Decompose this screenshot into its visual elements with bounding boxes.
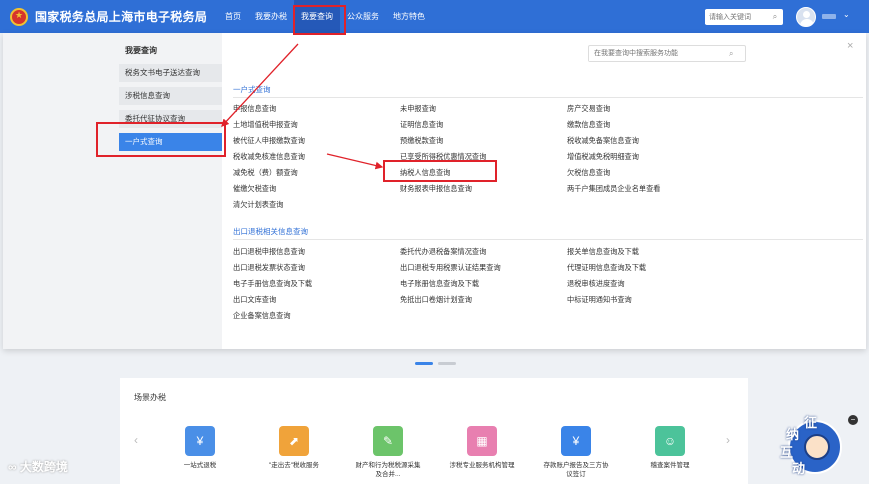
carousel-dot-active[interactable]: [415, 362, 433, 365]
scene-tile[interactable]: ⬈ "走出去"税收服务: [259, 426, 329, 470]
query-link[interactable]: 中标证明通知书查询: [567, 295, 632, 305]
user-name-redacted[interactable]: [822, 14, 836, 19]
top-search: ⌕: [705, 9, 783, 25]
search-icon[interactable]: ⌕: [769, 12, 781, 22]
panel-search-input[interactable]: [589, 46, 729, 61]
scene-tile-icon: ✎: [373, 426, 403, 456]
chevron-down-icon[interactable]: ⌄: [843, 10, 850, 19]
section-title-one-account: 一户式查询: [233, 85, 271, 94]
query-link[interactable]: 增值税减免税明细查询: [567, 152, 639, 162]
annotation-box-sidebar: [96, 122, 226, 157]
mascot-char: 征: [804, 415, 818, 430]
query-link[interactable]: 预缴税款查询: [400, 136, 443, 146]
query-link[interactable]: 缴款信息查询: [567, 120, 610, 130]
annotation-box-nav: [293, 5, 346, 35]
chevron-left-icon[interactable]: ‹: [134, 433, 138, 447]
scene-tile-icon: ¥: [185, 426, 215, 456]
query-link[interactable]: 申报信息查询: [233, 104, 276, 114]
nav-public-service[interactable]: 公众服务: [340, 0, 386, 33]
query-link[interactable]: 企业备案信息查询: [233, 311, 291, 321]
scene-tile[interactable]: ¥ 存款账户报告及三方协议签订: [541, 426, 611, 479]
query-link[interactable]: 财务报表申报信息查询: [400, 184, 472, 194]
query-link[interactable]: 委托代办退税备案情况查询: [400, 247, 486, 257]
mascot-avatar-icon: [804, 434, 830, 460]
query-link[interactable]: 出口文库查询: [233, 295, 276, 305]
sidebar-title: 我要查询: [125, 46, 157, 55]
query-link[interactable]: 电子手册信息查询及下载: [233, 279, 312, 289]
nav-home[interactable]: 首页: [218, 0, 248, 33]
nav-local-features[interactable]: 地方特色: [386, 0, 432, 33]
scene-tile[interactable]: ▦ 涉税专业服务机构管理: [447, 426, 517, 470]
scene-tile-icon: ☺: [655, 426, 685, 456]
chevron-right-icon[interactable]: ›: [726, 433, 730, 447]
site-title: 国家税务总局上海市电子税务局: [35, 10, 208, 24]
scene-tile[interactable]: ☺ 稽查案件管理: [635, 426, 705, 470]
query-link[interactable]: 清欠计划表查询: [233, 200, 283, 210]
close-icon[interactable]: ×: [847, 40, 853, 52]
mascot-char: 纳: [786, 427, 800, 442]
query-link[interactable]: 证明信息查询: [400, 120, 443, 130]
scene-tile-icon: ¥: [561, 426, 591, 456]
scene-tile-label: 一站式退税: [183, 462, 217, 469]
annotation-box-link: [383, 160, 497, 182]
mascot-close-icon[interactable]: −: [848, 415, 858, 425]
query-link[interactable]: 房产交易查询: [567, 104, 610, 114]
carousel-dot[interactable]: [438, 362, 456, 365]
scene-tile-label: 稽查案件管理: [650, 462, 690, 469]
user-avatar[interactable]: [796, 7, 816, 27]
query-link[interactable]: 欠税信息查询: [567, 168, 610, 178]
scene-tile-label: 财产和行为税税源采集及合并...: [355, 462, 421, 478]
top-search-input[interactable]: [705, 10, 769, 24]
query-link[interactable]: 出口退税申报信息查询: [233, 247, 305, 257]
scene-tile-label: "走出去"税收服务: [268, 462, 320, 469]
query-link[interactable]: 出口退税专用税票认证结果查询: [400, 263, 501, 273]
query-link[interactable]: 报关单信息查询及下载: [567, 247, 639, 257]
scene-tile-label: 存款账户报告及三方协议签订: [543, 462, 609, 478]
scene-tax-section: 场景办税 ‹ › ¥ 一站式退税 ⬈ "走出去"税收服务 ✎ 财产和行为税税源采集及合并.…: [120, 378, 748, 484]
search-icon[interactable]: ⌕: [729, 49, 733, 59]
section-title-export-refund: 出口退税相关信息查询: [233, 227, 308, 236]
query-link[interactable]: 代理证明信息查询及下载: [567, 263, 646, 273]
nav-tax-handling[interactable]: 我要办税: [248, 0, 294, 33]
site-logo[interactable]: 国家税务总局上海市电子税务局: [10, 7, 208, 26]
mascot-widget[interactable]: 征 纳 互 动: [778, 412, 846, 480]
query-link[interactable]: 被代征人申报缴款查询: [233, 136, 305, 146]
scene-title: 场景办税: [134, 393, 166, 402]
query-link[interactable]: 税收减免备案信息查询: [567, 136, 639, 146]
panel-search: ⌕: [588, 45, 746, 62]
query-link[interactable]: 未申报查询: [400, 104, 436, 114]
sidebar-item-tax-info[interactable]: 涉税信息查询: [119, 87, 222, 105]
sidebar-item-document-delivery[interactable]: 税务文书电子送达查询: [119, 64, 222, 82]
query-link[interactable]: 催缴欠税查询: [233, 184, 276, 194]
scene-tile-label: 涉税专业服务机构管理: [449, 462, 515, 469]
tax-emblem-icon: [10, 7, 28, 26]
query-link[interactable]: 两千户集团成员企业名单查看: [567, 184, 660, 194]
query-link[interactable]: 出口退税发票状态查询: [233, 263, 305, 273]
scene-tile-icon: ▦: [467, 426, 497, 456]
query-link[interactable]: 税收减免核准信息查询: [233, 152, 305, 162]
query-dropdown-panel: 我要查询 税务文书电子送达查询 涉税信息查询 委托代征协议查询 一户式查询 ⌕ …: [3, 33, 866, 349]
query-link[interactable]: 电子账册信息查询及下载: [400, 279, 479, 289]
divider: [233, 239, 863, 240]
mascot-char: 动: [792, 461, 806, 476]
query-link[interactable]: 免抵出口卷烟计划查询: [400, 295, 472, 305]
query-link[interactable]: 土地增值税申报查询: [233, 120, 298, 130]
watermark-logo: ∞ 大数跨境: [8, 460, 68, 474]
scene-tile-icon: ⬈: [279, 426, 309, 456]
scene-tile[interactable]: ¥ 一站式退税: [165, 426, 235, 470]
query-link[interactable]: 退税审核进度查询: [567, 279, 625, 289]
query-sidebar: 我要查询 税务文书电子送达查询 涉税信息查询 委托代征协议查询 一户式查询: [3, 33, 222, 349]
divider: [233, 97, 863, 98]
query-link[interactable]: 减免税（费）额查询: [233, 168, 298, 178]
scene-tile[interactable]: ✎ 财产和行为税税源采集及合并...: [353, 426, 423, 479]
